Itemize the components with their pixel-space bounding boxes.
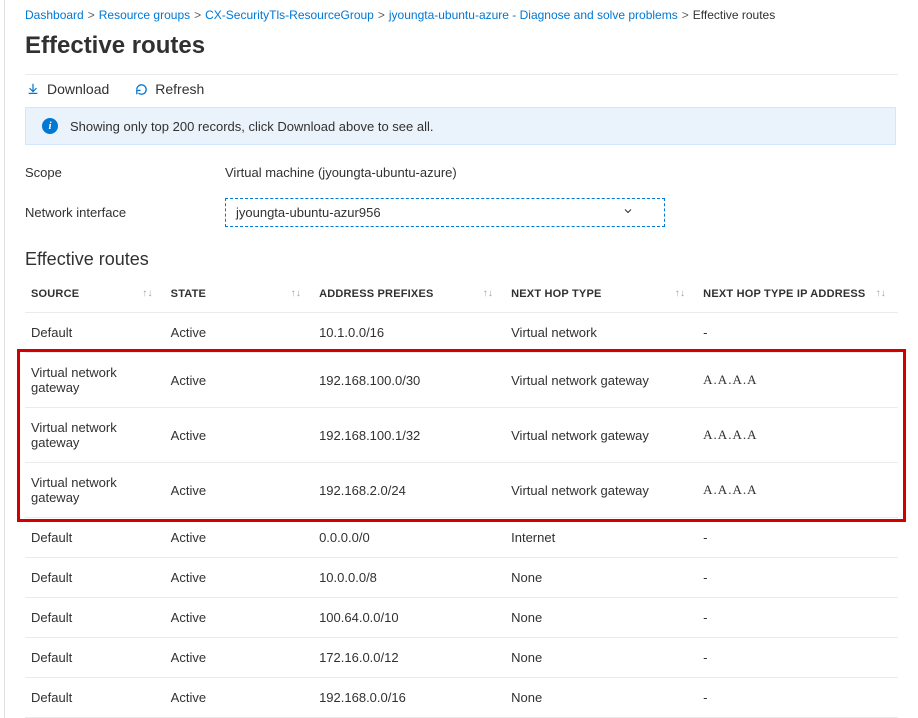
table-row: DefaultActive10.1.0.0/16Virtual network-	[25, 313, 898, 353]
breadcrumb: Dashboard>Resource groups>CX-SecurityTls…	[25, 6, 898, 32]
cell-source: Default	[25, 558, 165, 598]
cell-prefix: 192.168.100.0/30	[313, 353, 505, 408]
cell-nexthop: Virtual network	[505, 313, 697, 353]
chevron-down-icon	[622, 205, 634, 220]
network-interface-value: jyoungta-ubuntu-azur956	[236, 205, 381, 220]
network-interface-row: Network interface jyoungta-ubuntu-azur95…	[25, 194, 898, 241]
info-banner: i Showing only top 200 records, click Do…	[25, 107, 896, 145]
table-row: Virtual network gatewayActive192.168.2.0…	[25, 463, 898, 518]
breadcrumb-separator: >	[190, 8, 205, 22]
cell-source: Virtual network gateway	[25, 463, 165, 518]
cell-ip: -	[697, 313, 898, 353]
cell-prefix: 192.168.100.1/32	[313, 408, 505, 463]
cell-ip: A.A.A.A	[697, 408, 898, 463]
table-row: DefaultActive0.0.0.0/0Internet-	[25, 518, 898, 558]
scope-label: Scope	[25, 165, 225, 180]
sort-icon: ↑↓	[291, 288, 301, 299]
breadcrumb-current: Effective routes	[693, 8, 776, 22]
cell-nexthop: Virtual network gateway	[505, 408, 697, 463]
scope-value: Virtual machine (jyoungta-ubuntu-azure)	[225, 165, 457, 180]
cell-nexthop: None	[505, 598, 697, 638]
breadcrumb-separator: >	[84, 8, 99, 22]
col-header-ip[interactable]: Next Hop Type IP Address↑↓	[697, 278, 898, 313]
cell-state: Active	[165, 313, 313, 353]
refresh-button[interactable]: Refresh	[133, 81, 204, 97]
cell-prefix: 10.1.0.0/16	[313, 313, 505, 353]
col-header-source[interactable]: Source↑↓	[25, 278, 165, 313]
cell-prefix: 10.0.0.0/8	[313, 558, 505, 598]
cell-nexthop: Virtual network gateway	[505, 353, 697, 408]
cell-ip: -	[697, 598, 898, 638]
info-banner-text: Showing only top 200 records, click Down…	[70, 119, 434, 134]
network-interface-select[interactable]: jyoungta-ubuntu-azur956	[225, 198, 665, 227]
sort-icon: ↑↓	[142, 288, 152, 299]
download-button[interactable]: Download	[25, 81, 109, 97]
cell-source: Default	[25, 313, 165, 353]
cell-source: Virtual network gateway	[25, 353, 165, 408]
download-icon	[25, 81, 41, 97]
cell-ip: -	[697, 558, 898, 598]
table-row: DefaultActive172.16.0.0/12None-	[25, 638, 898, 678]
breadcrumb-link[interactable]: jyoungta-ubuntu-azure - Diagnose and sol…	[389, 8, 678, 22]
cell-ip: -	[697, 638, 898, 678]
cell-state: Active	[165, 518, 313, 558]
breadcrumb-separator: >	[678, 8, 693, 22]
download-label: Download	[47, 81, 109, 97]
page-title: Effective routes	[25, 32, 898, 60]
cell-state: Active	[165, 408, 313, 463]
refresh-icon	[133, 81, 149, 97]
col-header-nexthop[interactable]: Next Hop Type↑↓	[505, 278, 697, 313]
cell-prefix: 192.168.2.0/24	[313, 463, 505, 518]
effective-routes-heading: Effective routes	[25, 249, 898, 270]
effective-routes-table: Source↑↓ State↑↓ Address Prefixes↑↓ Next…	[25, 278, 898, 718]
sort-icon: ↑↓	[675, 288, 685, 299]
cell-prefix: 172.16.0.0/12	[313, 638, 505, 678]
breadcrumb-link[interactable]: CX-SecurityTls-ResourceGroup	[205, 8, 374, 22]
breadcrumb-link[interactable]: Resource groups	[99, 8, 190, 22]
cell-nexthop: Internet	[505, 518, 697, 558]
cell-state: Active	[165, 598, 313, 638]
cell-state: Active	[165, 638, 313, 678]
cell-prefix: 100.64.0.0/10	[313, 598, 505, 638]
cell-state: Active	[165, 558, 313, 598]
toolbar: Download Refresh	[25, 74, 898, 107]
table-row: Virtual network gatewayActive192.168.100…	[25, 408, 898, 463]
breadcrumb-separator: >	[374, 8, 389, 22]
cell-nexthop: None	[505, 638, 697, 678]
cell-state: Active	[165, 353, 313, 408]
cell-nexthop: Virtual network gateway	[505, 463, 697, 518]
col-header-prefix[interactable]: Address Prefixes↑↓	[313, 278, 505, 313]
cell-nexthop: None	[505, 558, 697, 598]
cell-source: Default	[25, 598, 165, 638]
cell-source: Default	[25, 518, 165, 558]
col-header-state[interactable]: State↑↓	[165, 278, 313, 313]
breadcrumb-link[interactable]: Dashboard	[25, 8, 84, 22]
table-row: Virtual network gatewayActive192.168.100…	[25, 353, 898, 408]
scope-row: Scope Virtual machine (jyoungta-ubuntu-a…	[25, 161, 898, 194]
table-row: DefaultActive10.0.0.0/8None-	[25, 558, 898, 598]
cell-ip: -	[697, 518, 898, 558]
info-icon: i	[42, 118, 58, 134]
network-interface-label: Network interface	[25, 205, 225, 220]
sort-icon: ↑↓	[483, 288, 493, 299]
cell-state: Active	[165, 463, 313, 518]
cell-ip: A.A.A.A	[697, 353, 898, 408]
cell-source: Default	[25, 638, 165, 678]
sort-icon: ↑↓	[876, 288, 886, 299]
refresh-label: Refresh	[155, 81, 204, 97]
cell-source: Virtual network gateway	[25, 408, 165, 463]
cell-prefix: 0.0.0.0/0	[313, 518, 505, 558]
table-row: DefaultActive100.64.0.0/10None-	[25, 598, 898, 638]
cell-ip: A.A.A.A	[697, 463, 898, 518]
